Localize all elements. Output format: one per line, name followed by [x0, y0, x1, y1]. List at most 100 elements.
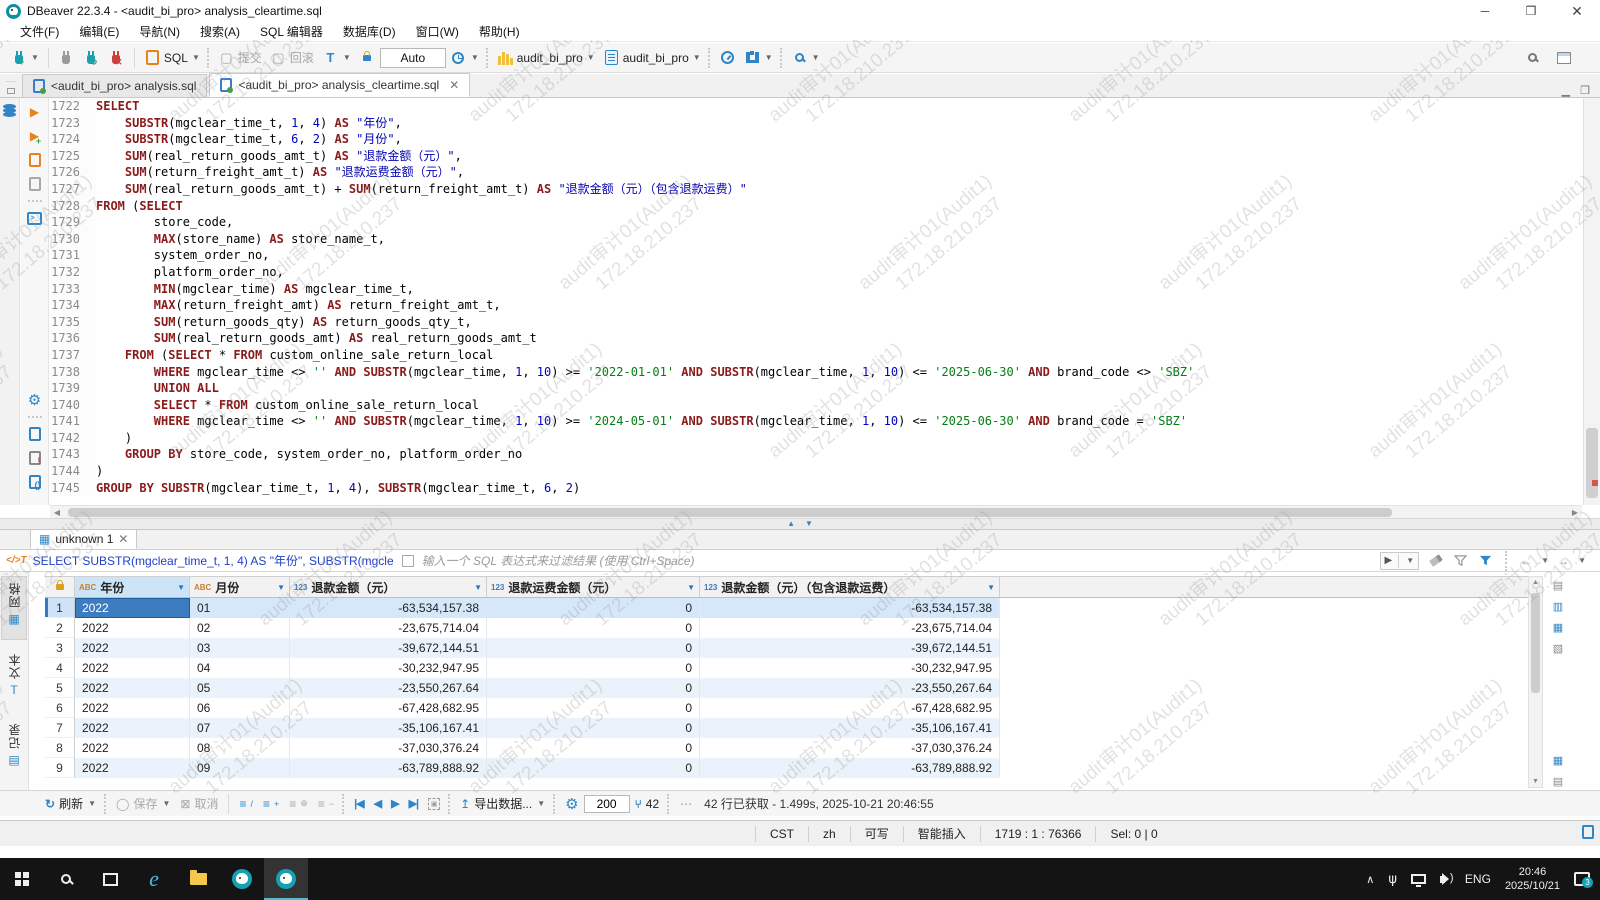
editor-tab-1[interactable]: <audit_bi_pro> analysis_cleartime.sql ✕ — [209, 73, 471, 97]
results-tab[interactable]: ▦ unknown 1 ✕ — [30, 529, 138, 549]
filter-query-text[interactable]: SELECT SUBSTR(mgclear_time_t, 1, 4) AS "… — [33, 552, 394, 569]
grid-mode-icon[interactable]: ▦ — [1553, 755, 1563, 767]
column-filter-icon[interactable]: ▼ — [474, 583, 482, 592]
grid-scroll-down-icon[interactable]: ▼ — [1529, 778, 1542, 785]
fetch-page-icon[interactable]: ▣ — [423, 797, 445, 810]
grid-cell[interactable]: -37,030,376.24 — [290, 738, 487, 758]
menu-item-6[interactable]: 窗口(W) — [406, 23, 469, 40]
grid-cell[interactable]: 0 — [487, 638, 700, 658]
results-tab-close-icon[interactable]: ✕ — [118, 532, 128, 546]
table-row[interactable]: 7 2022 07 -35,106,167.41 0 -35,106,167.41 — [45, 718, 1528, 738]
code-line[interactable]: 1734 MAX(return_freight_amt) AS return_f… — [50, 297, 1582, 314]
database-selector[interactable]: audit_bi_pro ▼ — [493, 46, 599, 70]
grid-cell[interactable]: -23,550,267.64 — [290, 678, 487, 698]
tx-mode-combo[interactable]: Auto — [379, 47, 446, 68]
minimize-editor-icon[interactable]: ▁ — [1562, 84, 1570, 97]
maximize-button[interactable]: ❒ — [1508, 0, 1554, 22]
splitter-down-icon[interactable]: ▼ — [805, 520, 813, 528]
grid-cell[interactable]: 08 — [190, 738, 290, 758]
duplicate-row-icon[interactable]: ≡ ⊕ — [284, 797, 313, 811]
grid-cell[interactable]: -39,672,144.51 — [700, 638, 1000, 658]
table-row[interactable]: 5 2022 05 -23,550,267.64 0 -23,550,267.64 — [45, 678, 1528, 698]
grid-settings-button[interactable]: ⚙ — [560, 795, 583, 813]
editor-results-splitter[interactable]: ▲ ▼ — [0, 518, 1600, 530]
column-header-4[interactable]: 123 退款金额（元）（包含退款运费） ▼ — [700, 577, 1000, 598]
code-line[interactable]: 1723 SUBSTR(mgclear_time_t, 1, 4) AS "年份… — [50, 114, 1582, 132]
row-number[interactable]: 2 — [45, 618, 75, 638]
clear-filter-icon[interactable] — [1427, 552, 1444, 569]
refresh-button[interactable]: ↻ 刷新 ▼ — [40, 795, 101, 812]
dbeaver-taskbar-button[interactable] — [220, 858, 264, 900]
grid-cell[interactable]: 02 — [190, 618, 290, 638]
grid-corner-cell[interactable] — [45, 577, 75, 598]
row-number[interactable]: 1 — [45, 598, 75, 618]
grid-cell[interactable]: -63,534,157.38 — [290, 598, 487, 618]
code-line[interactable]: 1729 store_code, — [50, 214, 1582, 231]
history-button[interactable]: ▼ — [446, 46, 483, 70]
table-row[interactable]: 2 2022 02 -23,675,714.04 0 -23,675,714.04 — [45, 618, 1528, 638]
export-from-query-icon[interactable] — [26, 426, 44, 442]
cancel-button[interactable]: ⊠ 取消 — [175, 795, 223, 812]
code-line[interactable]: 1736 SUM(real_return_goods_amt) AS real_… — [50, 330, 1582, 347]
column-header-1[interactable]: ABC 月份 ▼ — [190, 577, 290, 598]
grid-cell[interactable]: -63,789,888.92 — [290, 758, 487, 778]
quick-search-icon[interactable] — [1524, 49, 1541, 66]
first-row-icon[interactable]: |◀ — [349, 797, 369, 810]
last-row-icon[interactable]: ▶| — [404, 797, 424, 810]
grid-cell[interactable]: -63,534,157.38 — [700, 598, 1000, 618]
grid-cell[interactable]: -63,789,888.92 — [700, 758, 1000, 778]
column-filter-icon[interactable]: ▼ — [277, 583, 285, 592]
code-area[interactable]: 1722 SELECT 1723 SUBSTR(mgclear_time_t, 1,… — [50, 98, 1582, 505]
tray-chevron-icon[interactable]: ∧ — [1366, 873, 1374, 886]
grid-cell[interactable]: -30,232,947.95 — [290, 658, 487, 678]
menu-item-1[interactable]: 编辑(E) — [69, 23, 129, 40]
table-row[interactable]: 6 2022 06 -67,428,682.95 0 -67,428,682.95 — [45, 698, 1528, 718]
grid-cell[interactable]: 2022 — [75, 698, 190, 718]
custom-filter-icon[interactable] — [1477, 552, 1494, 569]
row-number[interactable]: 4 — [45, 658, 75, 678]
scroll-right-icon[interactable]: ▶ — [1568, 508, 1582, 517]
task-view-button[interactable] — [88, 858, 132, 900]
code-line[interactable]: 1744) — [50, 463, 1582, 480]
grid-cell[interactable]: 05 — [190, 678, 290, 698]
grid-cell[interactable]: -67,428,682.95 — [700, 698, 1000, 718]
language-indicator[interactable]: ENG — [1465, 872, 1491, 886]
execute-script-icon[interactable] — [26, 152, 44, 168]
code-line[interactable]: 1743 GROUP BY store_code, system_order_n… — [50, 446, 1582, 464]
schema-selector[interactable]: audit_bi_pro ▼ — [599, 46, 705, 70]
add-row-icon[interactable]: ≡ + — [258, 797, 284, 811]
database-navigator-icon[interactable] — [3, 104, 16, 109]
grid-cell[interactable]: 2022 — [75, 738, 190, 758]
volume-icon[interactable] — [1439, 872, 1454, 885]
menu-item-4[interactable]: SQL 编辑器 — [250, 23, 333, 40]
code-line[interactable]: 1741 WHERE mgclear_time <> '' AND SUBSTR… — [50, 413, 1582, 430]
menu-item-0[interactable]: 文件(F) — [10, 23, 69, 40]
validate-script-icon[interactable]: ! — [26, 450, 44, 466]
fetch-size-input[interactable] — [583, 794, 630, 813]
start-button[interactable] — [0, 858, 44, 900]
row-number[interactable]: 7 — [45, 718, 75, 738]
lock-button[interactable] — [355, 46, 380, 70]
file-explorer-button[interactable] — [176, 858, 220, 900]
sql-console-icon[interactable]: >_ — [26, 210, 44, 226]
fetch-all-button[interactable]: ⑂ 42 — [630, 797, 665, 811]
transaction-mode-button[interactable]: T ▼ — [318, 46, 355, 70]
scroll-left-icon[interactable]: ◀ — [50, 508, 64, 517]
code-line[interactable]: 1725 SUM(real_return_goods_amt_t) AS "退款… — [50, 147, 1582, 165]
editor-tab-area-menu[interactable]: ···· — [0, 74, 22, 97]
grid-cell[interactable]: 03 — [190, 638, 290, 658]
code-line[interactable]: 1726 SUM(return_freight_amt_t) AS "退款运费金… — [50, 164, 1582, 181]
menu-item-5[interactable]: 数据库(D) — [333, 23, 406, 40]
grid-cell[interactable]: 2022 — [75, 718, 190, 738]
expand-filter-icon[interactable] — [401, 554, 414, 567]
metadata-panel-icon[interactable]: ▧ — [1553, 643, 1563, 655]
grid-cell[interactable]: -23,675,714.04 — [290, 618, 487, 638]
grid-cell[interactable]: 2022 — [75, 658, 190, 678]
code-line[interactable]: 1724 SUBSTR(mgclear_time_t, 6, 2) AS "月份… — [50, 131, 1582, 148]
grid-cell[interactable]: 2022 — [75, 638, 190, 658]
tab-close-icon[interactable]: ✕ — [449, 78, 459, 92]
action-center-icon[interactable]: 3 — [1574, 872, 1593, 888]
code-line[interactable]: 1739 UNION ALL — [50, 380, 1582, 397]
script-variables-icon[interactable]: () — [26, 474, 44, 490]
panel-toggle-icon[interactable]: ▤ — [1553, 580, 1563, 592]
